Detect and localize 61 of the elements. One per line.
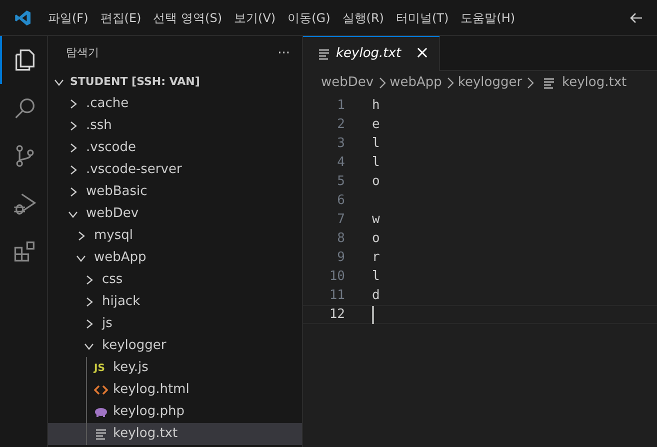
code-line: w [372, 210, 380, 229]
editor-tab[interactable]: keylog.txt × [303, 36, 440, 71]
menu-item[interactable]: 실행(R) [336, 8, 390, 26]
menu-item[interactable]: 편집(E) [94, 8, 148, 26]
folder-item[interactable]: webBasic [48, 181, 302, 203]
code-line: h [372, 96, 380, 115]
menu-item[interactable]: 파일(F) [42, 8, 94, 26]
menu-item[interactable]: 터미널(T) [390, 8, 455, 26]
line-number: 1 [336, 96, 345, 115]
app-logo-icon [14, 8, 32, 26]
line-number: 11 [328, 286, 345, 305]
line-number: 9 [336, 248, 345, 267]
text-file-icon [542, 76, 556, 90]
section-header[interactable]: STUDENT [SSH: VAN] [48, 71, 302, 93]
code-line: o [372, 230, 380, 248]
code-line: l [372, 154, 380, 172]
sidebar-title: 탐색기 [66, 45, 99, 62]
menu-item[interactable]: 도움말(H) [454, 8, 522, 26]
run-debug-icon[interactable] [12, 191, 38, 217]
folder-item[interactable]: js [48, 313, 302, 335]
line-number: 7 [336, 210, 345, 229]
line-number: 8 [336, 230, 345, 248]
close-button[interactable]: × [415, 41, 430, 67]
folder-item[interactable]: webApp [48, 247, 302, 269]
folder-item[interactable]: .vscode [48, 137, 302, 159]
breadcrumb-item[interactable]: webDev [321, 73, 374, 93]
line-number: 10 [328, 268, 345, 286]
folder-item[interactable]: mysql [48, 225, 302, 247]
folder-item[interactable]: webDev [48, 203, 302, 225]
code-line: e [372, 116, 380, 134]
more-actions-button[interactable]: ··· [278, 44, 290, 64]
code-file-icon [94, 383, 108, 397]
line-number: 6 [336, 192, 345, 210]
breadcrumb-item[interactable]: webApp [390, 73, 442, 93]
code-line: o [372, 172, 380, 191]
code-line: l [372, 268, 380, 286]
folder-item[interactable]: .cache [48, 93, 302, 115]
text-file-icon [317, 47, 331, 61]
text-file-icon [94, 427, 108, 441]
folder-item[interactable]: hijack [48, 291, 302, 313]
breadcrumb-item[interactable]: keylog.txt [562, 73, 627, 93]
breadcrumb-item[interactable]: keylogger [458, 73, 522, 93]
file-item[interactable]: keylog.txt [48, 423, 302, 445]
menu-item[interactable]: 보기(V) [228, 8, 282, 26]
folder-item[interactable]: .ssh [48, 115, 302, 137]
code-line: r [372, 248, 380, 267]
line-number: 4 [336, 154, 345, 172]
line-number: 5 [336, 172, 345, 191]
folder-item[interactable]: keylogger [48, 335, 302, 357]
elephant-icon [94, 405, 108, 419]
folder-item[interactable]: .vscode-server [48, 159, 302, 181]
code-line: l [372, 134, 380, 153]
text-cursor [372, 306, 374, 324]
menu-item[interactable]: 이동(G) [282, 8, 336, 26]
line-number: 2 [336, 116, 345, 134]
menu-item[interactable]: 선택 영역(S) [147, 8, 228, 26]
folder-item[interactable]: css [48, 269, 302, 291]
line-number: 12 [328, 306, 345, 324]
line-number: 3 [336, 134, 345, 153]
js-file-icon: JS [94, 360, 108, 376]
code-line: d [372, 286, 380, 305]
